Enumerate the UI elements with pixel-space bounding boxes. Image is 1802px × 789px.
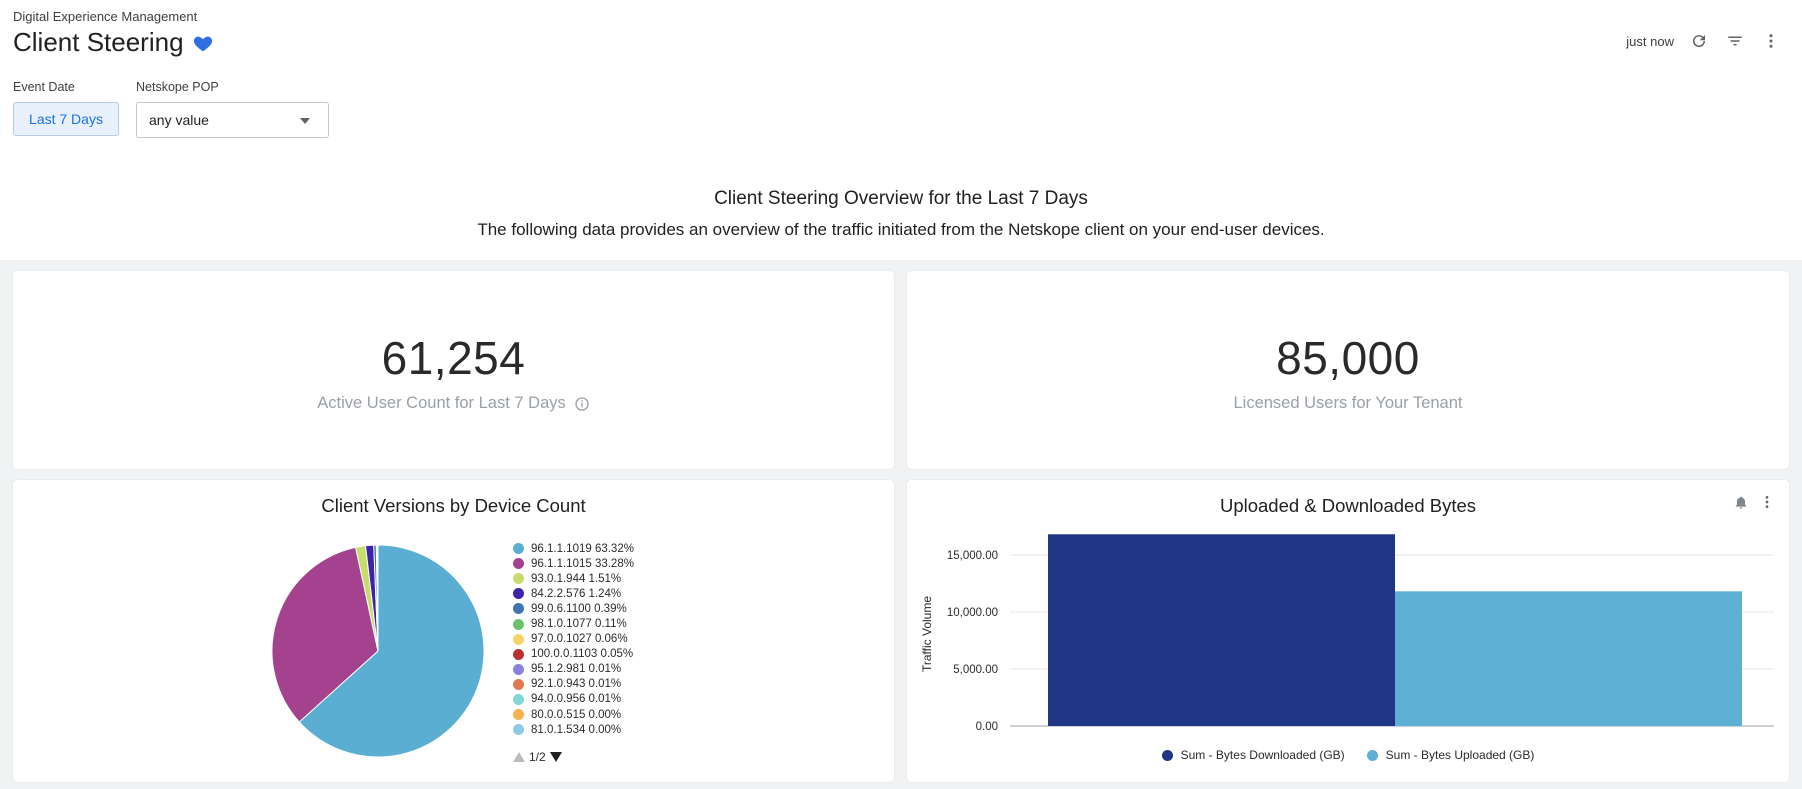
legend-label: 99.0.6.1100 0.39% (531, 602, 627, 615)
legend-label: 95.1.2.981 0.01% (531, 663, 622, 676)
legend-item[interactable]: 81.0.1.534 0.00% (513, 722, 634, 737)
legend-color-dot (513, 543, 524, 555)
legend-downloaded-label: Sum - Bytes Downloaded (GB) (1180, 748, 1345, 762)
bar-downloaded[interactable] (1048, 534, 1395, 726)
legend-color-dot (513, 618, 524, 630)
client-versions-card: Client Versions by Device Count 96.1.1.1… (13, 480, 894, 782)
overview-title: Client Steering Overview for the Last 7 … (714, 188, 1088, 209)
uploaded-dot (1366, 749, 1378, 761)
pie-legend: 96.1.1.1019 63.32% 96.1.1.1015 33.28% 93.0… (513, 541, 634, 737)
legend-label: 96.1.1.1019 63.32% (531, 542, 634, 555)
legend-item[interactable]: 96.1.1.1019 63.32% (513, 541, 634, 556)
event-date-filter-button[interactable]: Last 7 Days (13, 102, 119, 136)
more-vert-icon[interactable] (1760, 30, 1782, 52)
legend-color-dot (513, 678, 524, 690)
active-users-card: 61,254 Active User Count for Last 7 Days (13, 271, 894, 469)
legend-label: 92.1.0.943 0.01% (531, 678, 622, 691)
legend-color-dot (513, 709, 524, 721)
breadcrumb[interactable]: Digital Experience Management (13, 9, 197, 24)
netskope-pop-select[interactable]: any value (136, 102, 329, 138)
legend-label: 93.0.1.944 1.51% (531, 572, 622, 585)
active-user-count-value: 61,254 (381, 332, 526, 384)
legend-uploaded-label: Sum - Bytes Uploaded (GB) (1385, 748, 1535, 762)
dashboard-header: Digital Experience Management Client Ste… (0, 0, 1802, 160)
legend-color-dot (513, 558, 524, 570)
legend-item[interactable]: 98.1.0.1077 0.11% (513, 616, 634, 631)
active-user-count-label: Active User Count for Last 7 Days (317, 394, 566, 412)
legend-item[interactable]: 100.0.0.1103 0.05% (513, 647, 634, 662)
bytes-card: Uploaded & Downloaded Bytes 0.00 5,000.00… (907, 480, 1789, 782)
overview-section: Client Steering Overview for the Last 7 … (0, 160, 1802, 260)
favorite-heart-icon[interactable] (192, 32, 214, 54)
pie-chart-title: Client Versions by Device Count (321, 495, 586, 516)
filter-icon[interactable] (1724, 30, 1746, 52)
licensed-users-label-row: Licensed Users for Your Tenant (907, 394, 1789, 413)
bar-uploaded[interactable] (1395, 591, 1742, 726)
legend-item[interactable]: 99.0.6.1100 0.39% (513, 601, 634, 616)
y-tick-label: 0.00 (976, 721, 998, 733)
legend-color-dot (513, 573, 524, 585)
legend-label: 96.1.1.1015 33.28% (531, 557, 634, 570)
legend-label: 81.0.1.534 0.00% (531, 723, 622, 736)
legend-item[interactable]: 92.1.0.943 0.01% (513, 677, 634, 692)
legend-label: 94.0.0.956 0.01% (531, 693, 622, 706)
refresh-icon[interactable] (1688, 30, 1710, 52)
downloaded-dot (1161, 749, 1173, 761)
netskope-pop-label: Netskope POP (136, 80, 219, 94)
legend-label: 100.0.0.1103 0.05% (531, 648, 634, 661)
bar-legend: Sum - Bytes Downloaded (GB) Sum - Bytes … (907, 748, 1789, 762)
legend-color-dot (513, 663, 524, 675)
dashboard-tools: just now (1626, 30, 1782, 52)
legend-item-downloaded[interactable]: Sum - Bytes Downloaded (GB) (1161, 748, 1345, 762)
overview-subtitle: The following data provides an overview … (477, 220, 1325, 239)
y-tick-label: 15,000.00 (947, 550, 998, 562)
legend-item[interactable]: 94.0.0.956 0.01% (513, 692, 634, 707)
legend-item[interactable]: 95.1.2.981 0.01% (513, 662, 634, 677)
bar-chart: 0.00 5,000.00 10,000.00 15,000.00 Traffic Vo… (920, 534, 1774, 733)
legend-item-uploaded[interactable]: Sum - Bytes Uploaded (GB) (1366, 748, 1535, 762)
y-tick-label: 10,000.00 (947, 607, 998, 619)
y-axis-label: Traffic Volume (920, 596, 934, 672)
legend-label: 84.2.2.576 1.24% (531, 587, 622, 600)
legend-color-dot (513, 588, 524, 600)
legend-item[interactable]: 84.2.2.576 1.24% (513, 586, 634, 601)
legend-label: 98.1.0.1077 0.11% (531, 618, 627, 631)
licensed-users-value: 85,000 (1276, 332, 1420, 384)
page-title: Client Steering (13, 27, 184, 57)
pie-chart (271, 544, 485, 758)
legend-item[interactable]: 93.0.1.944 1.51% (513, 571, 634, 586)
pager-up-icon[interactable] (513, 752, 525, 762)
page-title-row: Client Steering (13, 27, 214, 58)
pager-down-icon[interactable] (549, 752, 562, 762)
netskope-pop-value: any value (149, 112, 209, 128)
pager-text: 1/2 (529, 750, 546, 764)
legend-color-dot (513, 633, 524, 645)
legend-pager: 1/2 (513, 750, 562, 764)
licensed-users-card: 85,000 Licensed Users for Your Tenant (907, 271, 1789, 469)
y-tick-label: 5,000.00 (953, 664, 998, 676)
info-icon[interactable] (574, 396, 590, 412)
legend-label: 80.0.0.515 0.00% (531, 708, 622, 721)
legend-item[interactable]: 96.1.1.1015 33.28% (513, 556, 634, 571)
legend-item[interactable]: 80.0.0.515 0.00% (513, 707, 634, 722)
legend-color-dot (513, 724, 524, 736)
dropdown-caret-icon (300, 118, 310, 124)
active-user-count-label-row: Active User Count for Last 7 Days (13, 394, 894, 413)
legend-color-dot (513, 693, 524, 705)
event-date-label: Event Date (13, 80, 75, 94)
last-updated-text: just now (1626, 33, 1674, 49)
legend-label: 97.0.0.1027 0.06% (531, 633, 628, 646)
legend-color-dot (513, 648, 524, 660)
legend-item[interactable]: 97.0.0.1027 0.06% (513, 632, 634, 647)
legend-color-dot (513, 603, 524, 615)
licensed-users-label: Licensed Users for Your Tenant (1233, 394, 1463, 412)
